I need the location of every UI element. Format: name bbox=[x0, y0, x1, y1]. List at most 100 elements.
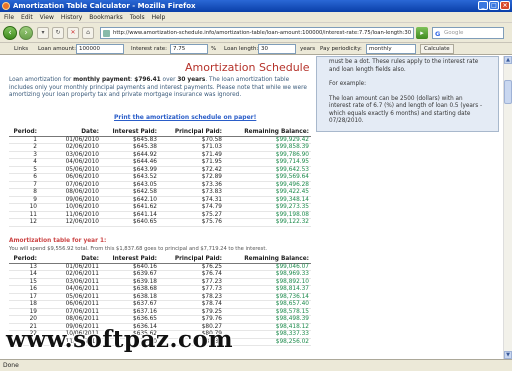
cell-date: 03/06/2011 bbox=[39, 278, 101, 286]
cell-interest: $645.38 bbox=[101, 143, 159, 152]
cell-balance: $99,929.42 bbox=[224, 136, 311, 144]
cell-principal: $76.25 bbox=[159, 263, 224, 271]
cell-principal: $78.74 bbox=[159, 300, 224, 309]
menu-view[interactable]: View bbox=[40, 14, 54, 21]
table-row: 13 01/06/2011 $640.16 $76.25 $99,046.07 bbox=[9, 263, 311, 271]
dropdown-history-icon[interactable]: ▾ bbox=[37, 27, 49, 39]
cell-date: 07/06/2010 bbox=[39, 181, 101, 189]
table-row: 8 08/06/2010 $642.58 $73.83 $99,422.45 bbox=[9, 188, 311, 197]
address-url: http://www.amortization-schedule.info/am… bbox=[113, 30, 412, 36]
cell-date: 08/06/2011 bbox=[39, 315, 101, 324]
cell-interest: $639.18 bbox=[101, 278, 159, 286]
go-icon[interactable]: ▸ bbox=[416, 27, 428, 39]
cell-date: 01/06/2011 bbox=[39, 263, 101, 271]
pay-periodicity-label: Pay periodicity: bbox=[320, 46, 362, 52]
home-icon[interactable]: ⌂ bbox=[82, 27, 94, 39]
cell-interest: $645.83 bbox=[101, 136, 159, 144]
watermark: www.softpaz.com bbox=[6, 326, 234, 353]
table-row: 18 06/06/2011 $637.67 $78.74 $98,657.40 bbox=[9, 300, 311, 309]
window-controls: _ □ × bbox=[478, 1, 510, 10]
cell-interest: $637.67 bbox=[101, 300, 159, 309]
cell-balance: $99,348.14 bbox=[224, 196, 311, 204]
print-schedule-link[interactable]: Print the amortization schedule on paper… bbox=[114, 114, 256, 121]
minimize-icon[interactable]: _ bbox=[478, 1, 488, 10]
cell-date: 07/06/2011 bbox=[39, 308, 101, 316]
cell-principal: $74.79 bbox=[159, 203, 224, 212]
cell-period: 2 bbox=[9, 143, 39, 152]
scroll-up-icon[interactable]: ▲ bbox=[504, 56, 512, 64]
cell-balance: $99,422.45 bbox=[224, 188, 311, 197]
cell-date: 06/06/2011 bbox=[39, 300, 101, 309]
cell-principal: $71.95 bbox=[159, 158, 224, 167]
cell-balance: $99,273.35 bbox=[224, 203, 311, 212]
cell-interest: $637.16 bbox=[101, 308, 159, 316]
loan-length-field[interactable]: 30 bbox=[258, 44, 296, 54]
col-balance: Remaining Balance: bbox=[224, 128, 311, 137]
cell-interest: $643.99 bbox=[101, 166, 159, 174]
cell-interest: $643.52 bbox=[101, 173, 159, 182]
cell-interest: $636.65 bbox=[101, 315, 159, 324]
loan-amount-field[interactable]: 100000 bbox=[76, 44, 124, 54]
status-text: Done bbox=[3, 362, 19, 369]
menu-history[interactable]: History bbox=[61, 14, 82, 21]
menu-help[interactable]: Help bbox=[152, 14, 166, 21]
menu-edit[interactable]: Edit bbox=[21, 14, 33, 21]
col-principal: Principal Paid: bbox=[159, 255, 224, 264]
col-interest: Interest Paid: bbox=[101, 128, 159, 137]
scroll-thumb[interactable] bbox=[504, 80, 512, 104]
cell-principal: $79.76 bbox=[159, 315, 224, 324]
stop-icon[interactable]: ✕ bbox=[67, 27, 79, 39]
cell-principal: $77.73 bbox=[159, 285, 224, 294]
table-row: 5 05/06/2010 $643.99 $72.42 $99,642.53 bbox=[9, 166, 311, 174]
reload-icon[interactable]: ↻ bbox=[52, 27, 64, 39]
address-bar[interactable]: http://www.amortization-schedule.info/am… bbox=[100, 27, 414, 39]
intro-text: over bbox=[160, 77, 178, 83]
forward-icon[interactable]: › bbox=[19, 26, 33, 40]
table-row: 17 05/06/2011 $638.18 $78.23 $98,736.14 bbox=[9, 293, 311, 301]
table-row: 2 02/06/2010 $645.38 $71.03 $99,858.39 bbox=[9, 143, 311, 152]
pay-periodicity-select[interactable]: monthly bbox=[366, 44, 416, 54]
menu-tools[interactable]: Tools bbox=[130, 14, 145, 21]
cell-balance: $99,858.39 bbox=[224, 143, 311, 152]
cell-date: 04/06/2010 bbox=[39, 158, 101, 167]
cell-principal: $77.23 bbox=[159, 278, 224, 286]
cell-interest: $643.05 bbox=[101, 181, 159, 189]
year-summary-heading: Amortization table for year 1: bbox=[9, 238, 107, 244]
cell-principal: $76.74 bbox=[159, 270, 224, 279]
cell-principal: $75.76 bbox=[159, 218, 224, 227]
table-row: 11 11/06/2010 $641.14 $75.27 $99,198.08 bbox=[9, 211, 311, 219]
site-favicon-icon bbox=[103, 30, 110, 37]
cell-principal: $79.25 bbox=[159, 308, 224, 316]
cell-interest: $642.10 bbox=[101, 196, 159, 204]
col-period: Period: bbox=[9, 255, 39, 264]
cell-balance: $98,578.15 bbox=[224, 308, 311, 316]
cell-interest: $639.67 bbox=[101, 270, 159, 279]
col-date: Date: bbox=[39, 128, 101, 137]
cell-period: 11 bbox=[9, 211, 39, 219]
intro-payment-type: monthly payment bbox=[73, 77, 131, 83]
cell-date: 10/06/2010 bbox=[39, 203, 101, 212]
menu-bookmarks[interactable]: Bookmarks bbox=[89, 14, 123, 21]
cell-period: 8 bbox=[9, 188, 39, 197]
window-title: Amortization Table Calculator - Mozilla … bbox=[13, 2, 196, 10]
links-label[interactable]: Links bbox=[14, 46, 28, 52]
cell-balance: $99,122.32 bbox=[224, 218, 311, 227]
cell-period: 4 bbox=[9, 158, 39, 167]
table-row: 1 01/06/2010 $645.83 $70.58 $99,929.42 bbox=[9, 136, 311, 144]
calculate-button[interactable]: Calculate bbox=[420, 44, 454, 54]
vertical-scrollbar[interactable]: ▲ ▼ bbox=[503, 56, 512, 359]
col-balance: Remaining Balance: bbox=[224, 255, 311, 264]
cell-principal: $72.89 bbox=[159, 173, 224, 182]
search-input[interactable]: G Google bbox=[432, 27, 504, 39]
menu-file[interactable]: File bbox=[4, 14, 14, 21]
cell-period: 15 bbox=[9, 278, 39, 286]
cell-balance: $98,814.37 bbox=[224, 285, 311, 294]
close-icon[interactable]: × bbox=[500, 1, 510, 10]
interest-rate-field[interactable]: 7.75 bbox=[170, 44, 208, 54]
cell-principal: $71.03 bbox=[159, 143, 224, 152]
menu-bar: File Edit View History Bookmarks Tools H… bbox=[0, 12, 512, 23]
cell-balance: $98,736.14 bbox=[224, 293, 311, 301]
back-icon[interactable]: ‹ bbox=[3, 26, 17, 40]
maximize-icon[interactable]: □ bbox=[489, 1, 499, 10]
google-icon: G bbox=[435, 30, 441, 38]
